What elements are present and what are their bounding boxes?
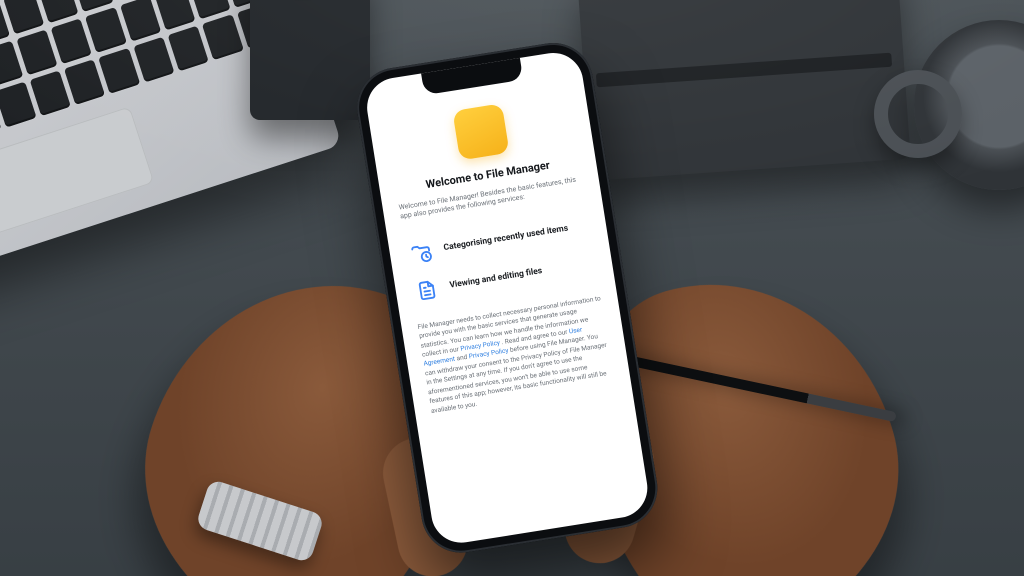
legal-part: and: [456, 353, 470, 363]
notebook-prop: [577, 0, 910, 181]
mug-prop: [914, 20, 1024, 190]
desk-scene: Welcome to File Manager Welcome to File …: [0, 0, 1024, 576]
legal-text: File Manager needs to collect necessary …: [417, 294, 615, 416]
feature-label: Categorising recently used items: [443, 223, 569, 254]
file-edit-icon: [414, 277, 439, 302]
folder-clock-icon: [408, 240, 433, 265]
app-icon: [452, 103, 509, 160]
plant-pot-prop: [250, 0, 370, 120]
feature-row-view-edit: Viewing and editing files: [414, 253, 593, 303]
feature-label: Viewing and editing files: [449, 266, 543, 292]
